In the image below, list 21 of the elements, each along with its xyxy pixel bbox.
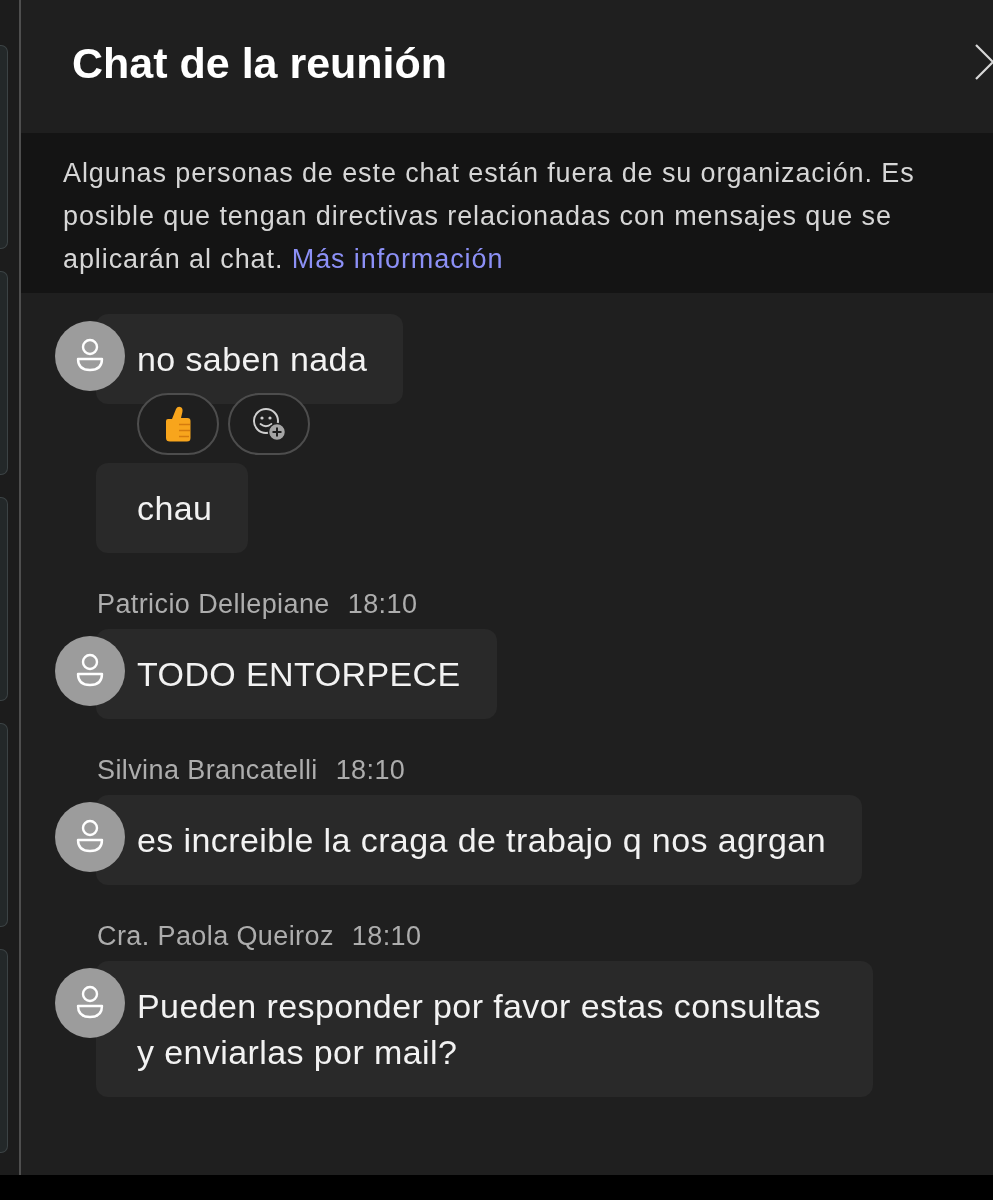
message-time: 18:10 — [335, 754, 406, 787]
close-icon[interactable] — [975, 43, 993, 80]
avatar-icon — [55, 636, 125, 706]
avatar-icon — [55, 321, 125, 391]
thumbs-up-icon — [165, 406, 191, 442]
avatar-icon — [55, 802, 125, 872]
avatar-icon — [55, 968, 125, 1038]
sender-name: Silvina Brancatelli — [97, 754, 318, 787]
message-text: TODO ENTORPECE — [137, 654, 461, 695]
sender-name: Cra. Paola Queiroz — [97, 920, 334, 953]
add-emoji-icon — [252, 407, 286, 441]
message-text: chau — [137, 488, 213, 529]
message-time: 18:10 — [351, 920, 422, 953]
sender-name: Patricio Dellepiane — [97, 588, 330, 621]
notice-text: Algunas personas de este chat están fuera de su organización. Es posible que tengan directivas relacionadas con mensajes que se aplicarán al chat. Más información — [63, 157, 916, 276]
more-info-link[interactable]: Más información — [291, 244, 504, 274]
message-text: Pueden responder por favor estas consultas y enviarlas por mail? — [137, 986, 822, 1073]
panel-title: Chat de la reunión — [72, 39, 448, 88]
message-text: es increible la craga de trabajo q nos agrgan — [137, 820, 826, 861]
message-text: no saben nada — [137, 339, 368, 380]
message-time: 18:10 — [347, 588, 418, 621]
